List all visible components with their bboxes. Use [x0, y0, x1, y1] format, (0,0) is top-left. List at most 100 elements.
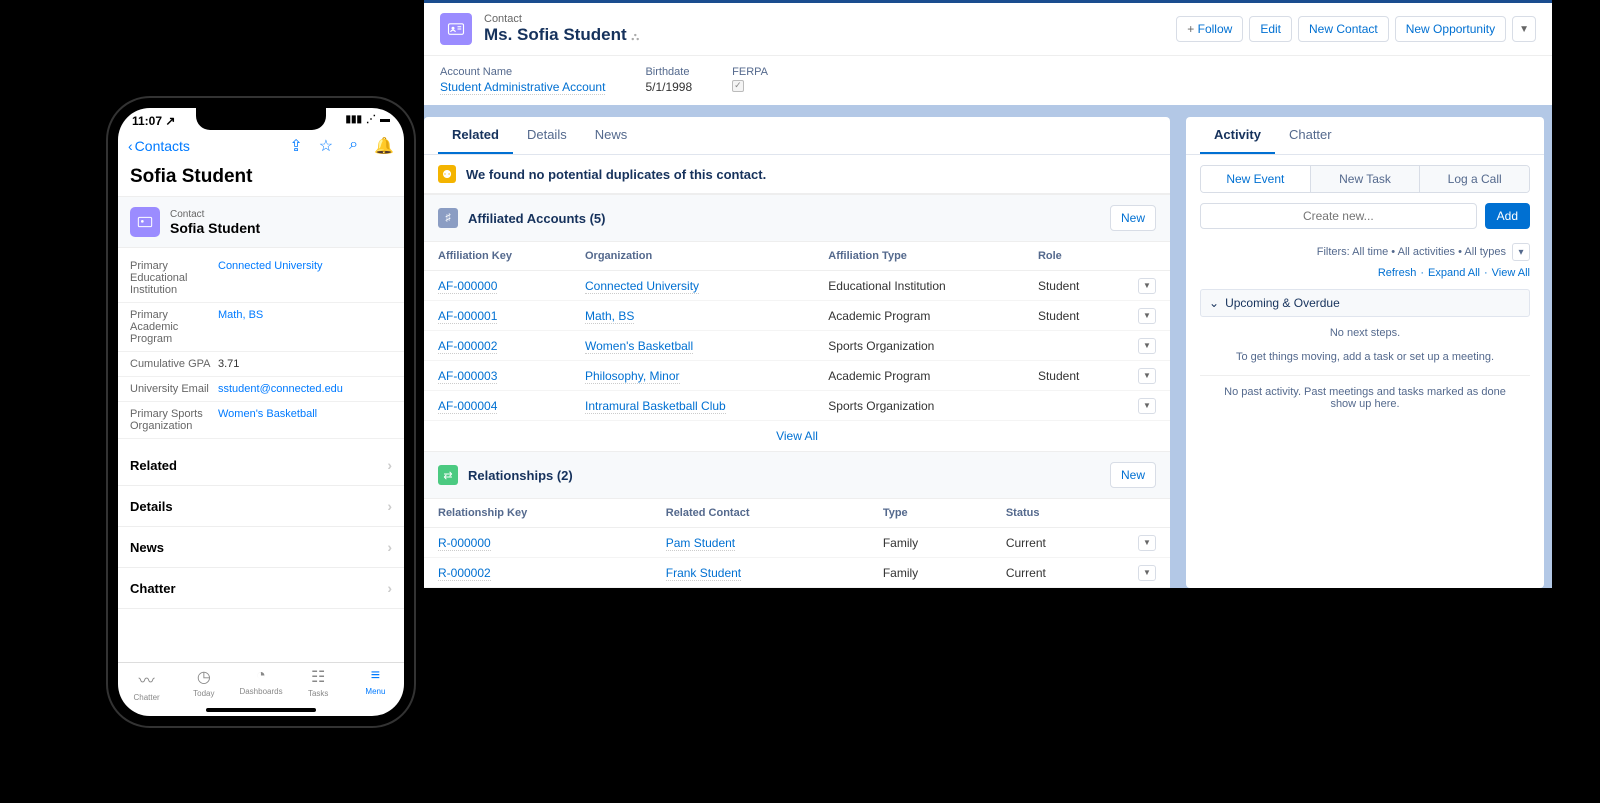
battery-icon: ▬ [380, 114, 390, 128]
affiliation-type: Academic Program [814, 301, 1024, 331]
add-button[interactable]: Add [1485, 203, 1530, 229]
filters-text: Filters: All time • All activities • All… [1317, 246, 1506, 258]
organization-link[interactable]: Philosophy, Minor [585, 369, 680, 384]
tabbar-tasks[interactable]: ☷Tasks [290, 667, 347, 702]
tabbar-chatter[interactable]: 〰Chatter [118, 667, 175, 702]
affiliation-key-link[interactable]: AF-000004 [438, 399, 497, 414]
row-menu-button[interactable]: ▼ [1138, 338, 1156, 354]
phone-contact-card: Contact Sofia Student [118, 196, 404, 248]
bell-icon[interactable]: 🔔 [374, 136, 394, 156]
role [1024, 331, 1124, 361]
related-contact-link[interactable]: Pam Student [666, 536, 735, 551]
row-menu-button[interactable]: ▼ [1138, 565, 1156, 581]
relationships-new-button[interactable]: New [1110, 462, 1156, 488]
phone-page-title: Sofia Student [118, 162, 404, 196]
affiliation-key-link[interactable]: AF-000001 [438, 309, 497, 324]
tab-news[interactable]: News [581, 117, 642, 154]
relationship-type: Family [869, 558, 992, 588]
affiliated-icon: ♯ [438, 208, 458, 228]
row-menu-button[interactable]: ▼ [1138, 368, 1156, 384]
phone-field: Cumulative GPA 3.71 [118, 352, 404, 377]
affiliation-type: Sports Organization [814, 331, 1024, 361]
field-value[interactable]: Women's Basketball [218, 408, 317, 432]
phone-screen: 11:07 ↗ ▮▮▮⋰▬ ‹Contacts ⇪ ☆ ⌕ 🔔 Sofia St… [118, 108, 404, 716]
back-button[interactable]: ‹Contacts [128, 138, 190, 154]
organization-link[interactable]: Math, BS [585, 309, 634, 324]
view-all-link[interactable]: View All [1492, 267, 1530, 279]
field-label: Primary Educational Institution [130, 260, 218, 296]
row-menu-button[interactable]: ▼ [1138, 535, 1156, 551]
affiliated-title: Affiliated Accounts (5) [468, 211, 1100, 226]
organization-link[interactable]: Connected University [585, 279, 699, 294]
field-value[interactable]: sstudent@connected.edu [218, 383, 343, 395]
tabbar-dashboards[interactable]: ◔Dashboards [232, 667, 289, 702]
expand-all-link[interactable]: Expand All [1428, 267, 1480, 279]
phone-section-news[interactable]: News› [118, 527, 404, 568]
create-new-input[interactable] [1200, 203, 1477, 229]
account-name-label: Account Name [440, 66, 605, 78]
field-value[interactable]: Math, BS [218, 309, 263, 345]
affiliated-view-all[interactable]: View All [776, 429, 818, 443]
relationship-key-link[interactable]: R-000002 [438, 566, 491, 581]
upcoming-overdue-header[interactable]: ⌄ Upcoming & Overdue [1200, 289, 1530, 317]
affiliated-table: Affiliation Key Organization Affiliation… [424, 242, 1170, 421]
birthdate-value: 5/1/1998 [645, 80, 692, 94]
subtab-log-call[interactable]: Log a Call [1420, 166, 1529, 192]
account-name-link[interactable]: Student Administrative Account [440, 80, 605, 95]
field-value[interactable]: Connected University [218, 260, 323, 296]
desktop-app: Contact Ms. Sofia Student ⛬ + Follow Edi… [424, 0, 1552, 588]
search-icon[interactable]: ⌕ [349, 136, 358, 156]
affiliation-key-link[interactable]: AF-000002 [438, 339, 497, 354]
duplicates-banner: ⚉ We found no potential duplicates of th… [424, 155, 1170, 194]
relationship-key-link[interactable]: R-000000 [438, 536, 491, 551]
tab-chatter[interactable]: Chatter [1275, 117, 1346, 154]
row-menu-button[interactable]: ▼ [1138, 308, 1156, 324]
row-menu-button[interactable]: ▼ [1138, 398, 1156, 414]
affiliation-key-link[interactable]: AF-000000 [438, 279, 497, 294]
share-icon[interactable]: ⇪ [289, 136, 302, 156]
related-contact-link[interactable]: Frank Student [666, 566, 741, 581]
more-actions-button[interactable]: ▼ [1512, 16, 1536, 42]
affiliated-new-button[interactable]: New [1110, 205, 1156, 231]
field-label: Primary Sports Organization [130, 408, 218, 432]
new-contact-button[interactable]: New Contact [1298, 16, 1389, 42]
phone-section-chatter[interactable]: Chatter› [118, 568, 404, 609]
record-type-label: Contact [484, 13, 639, 25]
organization-link[interactable]: Intramural Basketball Club [585, 399, 726, 414]
relationships-icon: ⇄ [438, 465, 458, 485]
role: Student [1024, 301, 1124, 331]
phone-card-subtitle: Contact [170, 209, 260, 220]
tab-details[interactable]: Details [513, 117, 581, 154]
subtab-new-event[interactable]: New Event [1201, 166, 1311, 192]
row-menu-button[interactable]: ▼ [1138, 278, 1156, 294]
affiliation-key-link[interactable]: AF-000003 [438, 369, 497, 384]
tabbar-today[interactable]: ◷Today [175, 667, 232, 702]
col-role: Role [1024, 242, 1124, 271]
phone-field: University Email sstudent@connected.edu [118, 377, 404, 402]
field-value: 3.71 [218, 358, 239, 370]
edit-button[interactable]: Edit [1249, 16, 1292, 42]
birthdate-label: Birthdate [645, 66, 692, 78]
table-row: AF-000004 Intramural Basketball Club Spo… [424, 391, 1170, 421]
subtab-new-task[interactable]: New Task [1311, 166, 1421, 192]
tabbar-menu[interactable]: ≡Menu [347, 667, 404, 702]
table-row: R-000002 Frank Student Family Current ▼ [424, 558, 1170, 588]
col-status: Status [992, 499, 1124, 528]
tab-activity[interactable]: Activity [1200, 117, 1275, 154]
phone-field: Primary Academic Program Math, BS [118, 303, 404, 352]
organization-link[interactable]: Women's Basketball [585, 339, 693, 354]
table-row: AF-000001 Math, BS Academic Program Stud… [424, 301, 1170, 331]
filter-icon[interactable]: ▾ [1512, 243, 1530, 261]
no-past-activity-msg: No past activity. Past meetings and task… [1200, 375, 1530, 420]
tab-related[interactable]: Related [438, 117, 513, 154]
contact-icon [130, 207, 160, 237]
new-opportunity-button[interactable]: New Opportunity [1395, 16, 1506, 42]
main-column: Related Details News ⚉ We found no poten… [424, 117, 1170, 588]
phone-section-details[interactable]: Details› [118, 486, 404, 527]
chevron-right-icon: › [387, 457, 392, 473]
phone-section-related[interactable]: Related› [118, 445, 404, 486]
col-affiliation-type: Affiliation Type [814, 242, 1024, 271]
star-icon[interactable]: ☆ [319, 136, 333, 156]
refresh-link[interactable]: Refresh [1378, 267, 1417, 279]
follow-button[interactable]: + Follow [1176, 16, 1243, 42]
